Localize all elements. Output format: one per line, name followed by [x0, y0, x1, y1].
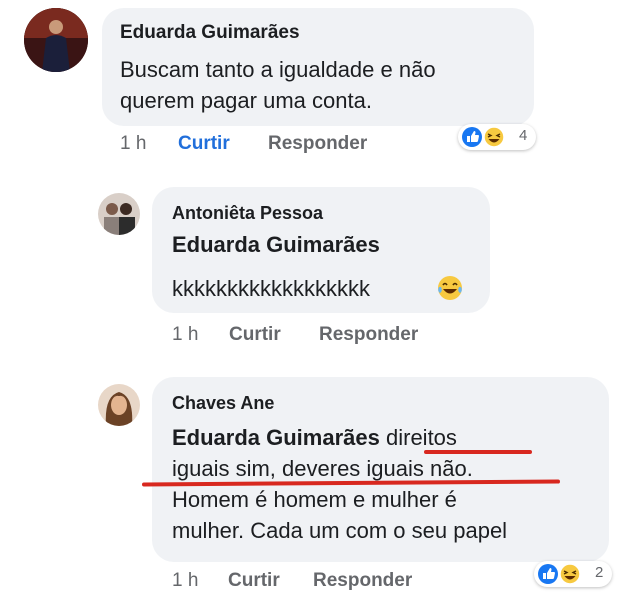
comment-timestamp[interactable]: 1 h	[172, 324, 198, 346]
reply-button[interactable]: Responder	[313, 570, 412, 592]
comment-text: Buscam tanto a igualdade e não querem pa…	[120, 54, 436, 116]
reply-button[interactable]: Responder	[268, 133, 367, 155]
like-button[interactable]: Curtir	[229, 324, 281, 346]
comment-text-line: querem pagar uma conta.	[120, 88, 372, 113]
comment-author[interactable]: Antoniêta Pessoa	[172, 203, 323, 224]
comment-actions: 1 h Curtir Responder	[120, 133, 420, 157]
comment-timestamp[interactable]: 1 h	[172, 570, 198, 592]
avatar[interactable]	[98, 193, 140, 235]
laughing-tears-emoji	[438, 276, 462, 300]
haha-icon	[559, 563, 581, 585]
avatar-photo	[98, 384, 140, 426]
comment-text-line: direitos	[386, 425, 457, 450]
reaction-count: 2	[595, 564, 604, 581]
reaction-summary[interactable]: 4	[458, 124, 536, 150]
reply-button[interactable]: Responder	[319, 324, 418, 346]
reaction-count: 4	[519, 127, 528, 144]
mention-link[interactable]: Eduarda Guimarães	[172, 229, 380, 260]
like-button[interactable]: Curtir	[178, 133, 230, 155]
comment-timestamp[interactable]: 1 h	[120, 133, 146, 155]
mention-link[interactable]: Eduarda Guimarães	[172, 425, 380, 450]
avatar[interactable]	[24, 8, 88, 72]
haha-icon	[483, 126, 505, 148]
comment-actions: 1 h Curtir Responder	[172, 570, 472, 594]
avatar[interactable]	[98, 384, 140, 426]
comment-text-line: Homem é homem e mulher é	[172, 487, 457, 512]
comment-author[interactable]: Eduarda Guimarães	[120, 22, 300, 44]
like-button[interactable]: Curtir	[228, 570, 280, 592]
comment-author[interactable]: Chaves Ane	[172, 393, 274, 414]
reaction-summary[interactable]: 2	[534, 561, 612, 587]
comment-text-line: mulher. Cada um com o seu papel	[172, 518, 508, 543]
avatar-photo	[98, 193, 140, 235]
avatar-photo	[24, 8, 88, 72]
red-underline	[424, 450, 532, 454]
comment-text: kkkkkkkkkkkkkkkkkk	[172, 273, 370, 304]
comment-actions: 1 h Curtir Responder	[172, 324, 472, 348]
comment-text-line: Buscam tanto a igualdade e não	[120, 57, 436, 82]
comment-text-line: kkkkkkkkkkkkkkkkkk	[172, 276, 370, 301]
